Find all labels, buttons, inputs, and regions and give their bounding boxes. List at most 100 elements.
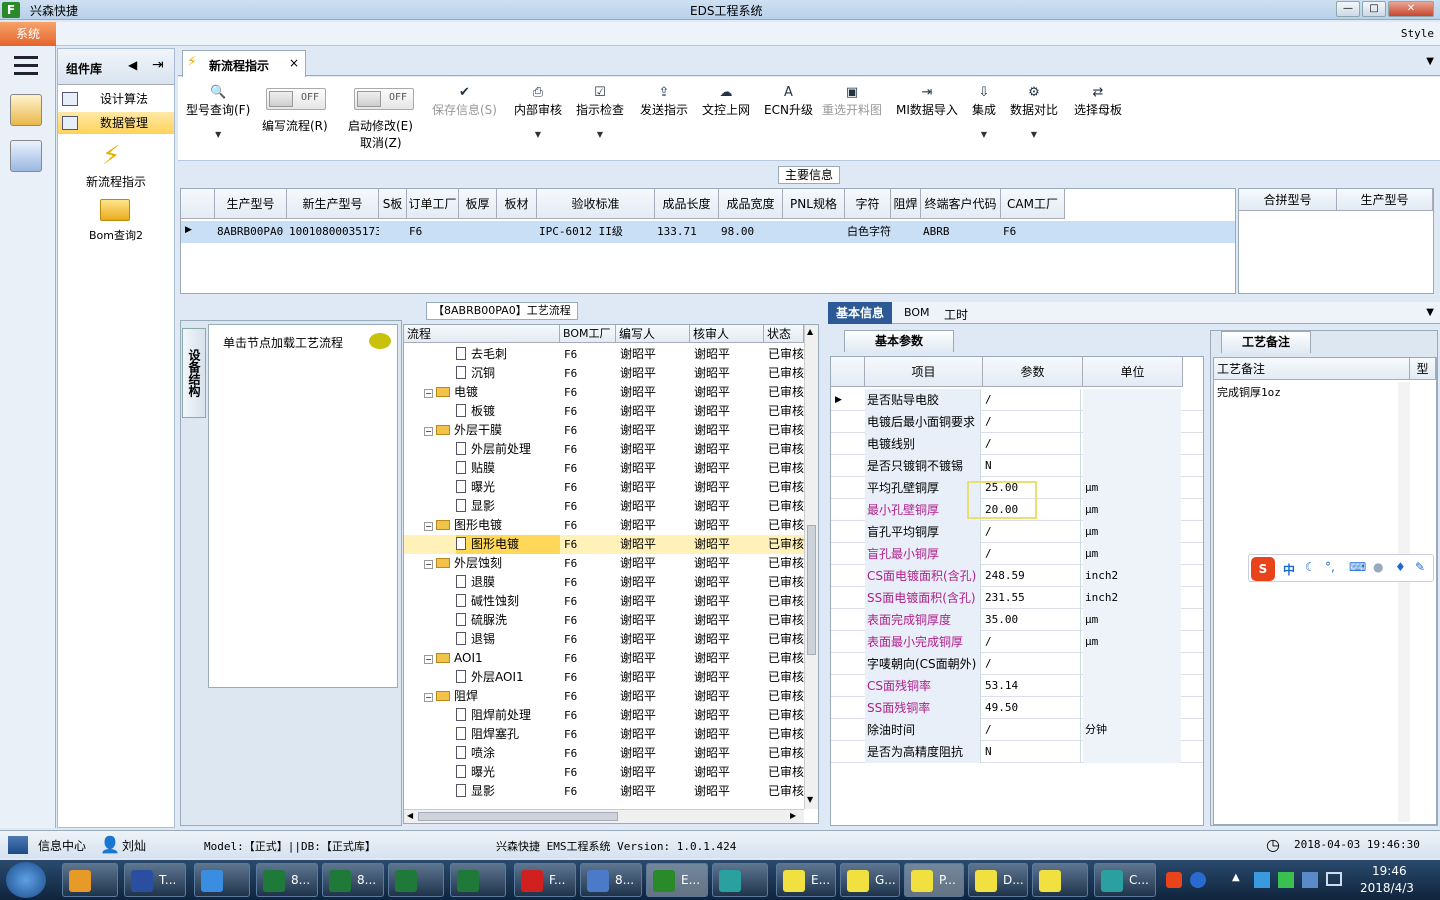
tree-row[interactable]: 沉铜 F6 谢昭平 谢昭平 已审核: [404, 364, 804, 383]
param-row[interactable]: 盲孔最小铜厚 / μm: [831, 543, 1203, 565]
table-cell[interactable]: [499, 221, 537, 243]
tree-row[interactable]: 显影 F6 谢昭平 谢昭平 已审核: [404, 497, 804, 516]
tree-row[interactable]: − 外层干膜 F6 谢昭平 谢昭平 已审核: [404, 421, 804, 440]
tray-sogou-icon[interactable]: [1166, 872, 1182, 888]
tray-app-icon[interactable]: [1302, 872, 1318, 888]
table-cell[interactable]: 98.00: [721, 221, 783, 243]
maximize-button[interactable]: □: [1362, 1, 1386, 17]
col-header[interactable]: 生产型号: [215, 189, 287, 219]
tab-basic-info[interactable]: 基本信息: [828, 302, 892, 324]
table-cell[interactable]: 133.71: [657, 221, 719, 243]
tree-node[interactable]: 退膜: [456, 573, 560, 592]
chevron-down-icon[interactable]: ▼: [576, 130, 624, 139]
tray-app-icon[interactable]: [1254, 872, 1270, 888]
punctuation-icon[interactable]: °,: [1325, 560, 1335, 574]
taskbar-app-x[interactable]: [1032, 863, 1088, 897]
chevron-down-icon[interactable]: ▼: [514, 130, 562, 139]
collapse-icon[interactable]: −: [424, 522, 433, 531]
param-row[interactable]: 是否为高精度阻抗 N: [831, 741, 1203, 763]
tree-node[interactable]: − 电镀: [424, 383, 560, 402]
param-row[interactable]: 电镀后最小面铜要求 /: [831, 411, 1203, 433]
tree-row[interactable]: 贴膜 F6 谢昭平 谢昭平 已审核: [404, 459, 804, 478]
user-icon[interactable]: ●: [1373, 560, 1383, 574]
param-value[interactable]: /: [983, 521, 1081, 543]
taskbar-app-excel[interactable]: [388, 863, 444, 897]
param-row[interactable]: 是否只镀铜不镀锡 N: [831, 455, 1203, 477]
write-flow-toggle[interactable]: OFF: [266, 88, 326, 110]
chevron-down-icon[interactable]: ▼: [1010, 130, 1058, 139]
param-value[interactable]: 248.59: [983, 565, 1081, 587]
param-row[interactable]: 电镀线别 /: [831, 433, 1203, 455]
taskbar-app-8[interactable]: G...: [840, 863, 900, 897]
tree-row[interactable]: − AOI1 F6 谢昭平 谢昭平 已审核: [404, 649, 804, 668]
col-header[interactable]: 终端客户代码: [921, 189, 1001, 219]
scroll-thumb[interactable]: [807, 525, 816, 655]
tab-close-icon[interactable]: ×: [289, 56, 299, 70]
param-value[interactable]: 35.00: [983, 609, 1081, 631]
sogou-icon[interactable]: S: [1251, 557, 1275, 581]
taskbar-app-eye[interactable]: [712, 863, 768, 897]
tray-network-icon[interactable]: [1326, 872, 1342, 886]
param-value[interactable]: 49.50: [983, 697, 1081, 719]
taskbar-date[interactable]: 2018/4/3: [1360, 881, 1414, 895]
internal-review-button[interactable]: ⎙ 内部审核 ▼: [514, 85, 562, 139]
tab-bom[interactable]: BOM: [904, 306, 930, 319]
component-item-data[interactable]: 数据管理: [58, 112, 174, 134]
save-info-button[interactable]: ✔ 保存信息(S): [432, 85, 497, 118]
tree-horizontal-scrollbar[interactable]: ◀ ▶: [404, 809, 804, 823]
folder-open-icon[interactable]: [100, 199, 130, 221]
table-cell[interactable]: 白色字符: [847, 221, 891, 243]
taskbar-app-10[interactable]: D...: [968, 863, 1028, 897]
taskbar-app-11[interactable]: C...: [1094, 863, 1156, 897]
close-button[interactable]: ✕: [1388, 1, 1434, 17]
tree-row[interactable]: 外层前处理 F6 谢昭平 谢昭平 已审核: [404, 440, 804, 459]
hamburger-menu-icon[interactable]: [14, 56, 38, 76]
table-cell[interactable]: [381, 221, 407, 243]
param-row[interactable]: 盲孔平均铜厚 / μm: [831, 521, 1203, 543]
integrate-button[interactable]: ⇩ 集成 ▼: [972, 85, 996, 139]
param-row[interactable]: CS面残铜率 53.14: [831, 675, 1203, 697]
tree-row[interactable]: − 图形电镀 F6 谢昭平 谢昭平 已审核: [404, 516, 804, 535]
scroll-right-icon[interactable]: ▶: [790, 811, 796, 820]
scroll-up-icon[interactable]: ▲: [807, 327, 813, 336]
tree-node[interactable]: 硫脲洗: [456, 611, 560, 630]
tree-node[interactable]: 阻焊前处理: [456, 706, 560, 725]
chevron-down-icon[interactable]: ▼: [186, 130, 250, 139]
tab-process-remarks[interactable]: 工艺备注: [1221, 331, 1311, 353]
tree-node[interactable]: − 外层干膜: [424, 421, 560, 440]
collapse-icon[interactable]: −: [424, 693, 433, 702]
param-row[interactable]: 是否贴导电胶 /: [831, 389, 1203, 411]
tree-row[interactable]: 图形电镀 F6 谢昭平 谢昭平 已审核: [404, 535, 804, 554]
table-cell[interactable]: 10010800035173: [289, 221, 379, 243]
mi-data-import-button[interactable]: ⇥ MI数据导入: [896, 85, 958, 118]
param-row[interactable]: 表面完成铜厚度 35.00 μm: [831, 609, 1203, 631]
tree-node[interactable]: 曝光: [456, 478, 560, 497]
moon-icon[interactable]: ☾: [1305, 560, 1316, 574]
param-value[interactable]: /: [983, 543, 1081, 565]
param-value[interactable]: /: [983, 389, 1081, 411]
collapse-left-icon[interactable]: ◀: [128, 58, 137, 72]
tree-node[interactable]: − 外层蚀刻: [424, 554, 560, 573]
send-instruction-button[interactable]: ⇪ 发送指示: [640, 85, 688, 118]
tree-row[interactable]: − 外层蚀刻 F6 谢昭平 谢昭平 已审核: [404, 554, 804, 573]
cancel-edit-label[interactable]: 取消(Z): [360, 134, 402, 151]
param-row[interactable]: 字唛朝向(CS面朝外) /: [831, 653, 1203, 675]
col-header[interactable]: 成品长度: [655, 189, 719, 219]
tree-node[interactable]: 喷涂: [456, 744, 560, 763]
col-header[interactable]: PNL规格: [783, 189, 845, 219]
tree-row[interactable]: 退膜 F6 谢昭平 谢昭平 已审核: [404, 573, 804, 592]
chevron-down-icon[interactable]: ▼: [972, 130, 996, 139]
calculator-icon[interactable]: [10, 140, 42, 172]
param-row[interactable]: 除油时间 / 分钟: [831, 719, 1203, 741]
table-cell[interactable]: IPC-6012 II级: [539, 221, 655, 243]
tree-vertical-scrollbar[interactable]: ▲ ▼: [804, 325, 818, 809]
param-row[interactable]: SS面残铜率 49.50: [831, 697, 1203, 719]
param-value[interactable]: /: [983, 411, 1081, 433]
tree-row[interactable]: 曝光 F6 谢昭平 谢昭平 已审核: [404, 478, 804, 497]
col-header[interactable]: 新生产型号: [287, 189, 379, 219]
taskbar-app-excel2[interactable]: [450, 863, 506, 897]
param-row[interactable]: CS面电镀面积(含孔) 248.59 inch2: [831, 565, 1203, 587]
tree-node[interactable]: 去毛刺: [456, 345, 560, 364]
tree-row[interactable]: 阻焊前处理 F6 谢昭平 谢昭平 已审核: [404, 706, 804, 725]
pin-icon[interactable]: ⇥: [152, 57, 164, 73]
